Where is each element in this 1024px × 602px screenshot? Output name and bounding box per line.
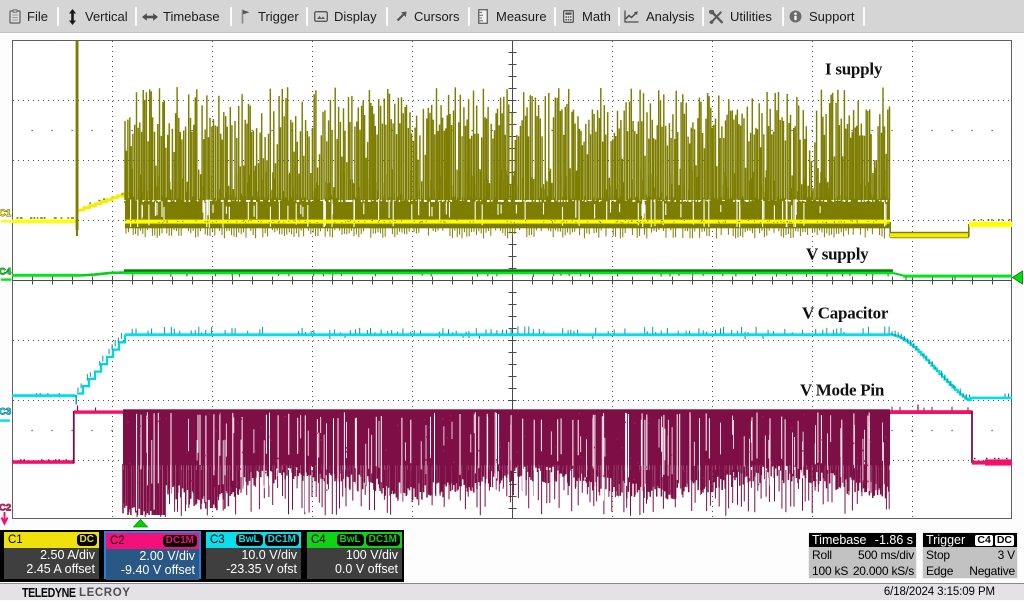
svg-text:C4: C4 xyxy=(0,267,12,278)
svg-text:V Mode Pin: V Mode Pin xyxy=(800,381,885,400)
svg-text:C2: C2 xyxy=(0,503,11,514)
svg-text:V supply: V supply xyxy=(806,245,869,264)
svg-text:I supply: I supply xyxy=(825,60,883,79)
svg-text:C1: C1 xyxy=(0,208,12,219)
svg-text:V Capacitor: V Capacitor xyxy=(802,304,889,323)
svg-text:C3: C3 xyxy=(0,407,11,418)
